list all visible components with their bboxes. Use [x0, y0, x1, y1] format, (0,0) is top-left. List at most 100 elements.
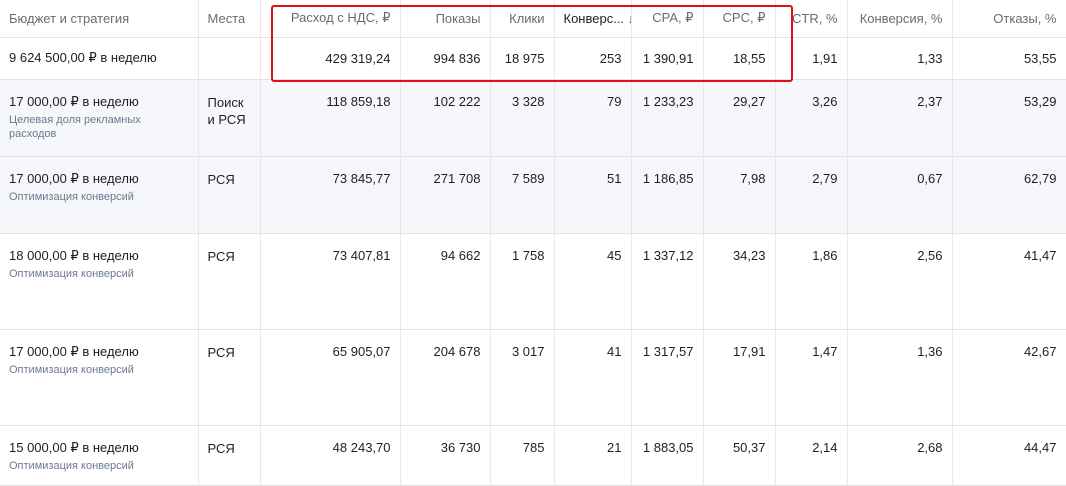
cell-spend: 118 859,18: [260, 79, 401, 157]
cell-conversions: 79: [554, 79, 632, 157]
col-header-conversions[interactable]: Конверс...↓: [554, 0, 632, 38]
budget-cell: 17 000,00 ₽ в неделю Оптимизация конверси…: [0, 329, 199, 426]
budget-amount[interactable]: 15 000,00 ₽ в неделю: [9, 440, 189, 456]
cell-spend: 65 905,07: [260, 329, 401, 426]
places-cell: РСЯ: [198, 156, 261, 234]
table-row[interactable]: 17 000,00 ₽ в неделю Оптимизация конверси…: [0, 156, 1066, 234]
strategy-name: Целевая доля рекламных расходов: [9, 113, 141, 140]
cell-spend: 73 845,77: [260, 156, 401, 234]
budget-amount[interactable]: 17 000,00 ₽ в неделю: [9, 94, 189, 110]
cell-impressions: 102 222: [400, 79, 491, 157]
cell-ctr: 2,79: [775, 156, 848, 234]
total-bounce: 53,55: [952, 37, 1066, 80]
strategy-name: Оптимизация конверсий: [9, 190, 134, 203]
places-value: Поиск и РСЯ: [207, 94, 246, 127]
cell-conv-rate: 2,56: [847, 233, 953, 330]
total-ctr: 1,91: [775, 37, 848, 80]
cell-spend: 48 243,70: [260, 425, 401, 486]
cell-clicks: 3 328: [490, 79, 555, 157]
total-spend: 429 319,24: [260, 37, 401, 80]
cell-bounce: 62,79: [952, 156, 1066, 234]
places-value: РСЯ: [207, 171, 235, 187]
table-row[interactable]: 15 000,00 ₽ в неделю Оптимизация конверси…: [0, 425, 1066, 486]
cell-conversions: 51: [554, 156, 632, 234]
cell-cpa: 1 317,57: [631, 329, 704, 426]
cell-bounce: 42,67: [952, 329, 1066, 426]
cell-conv-rate: 1,36: [847, 329, 953, 426]
col-header-spend[interactable]: Расход с НДС, ₽: [260, 0, 401, 38]
budget-cell: 17 000,00 ₽ в неделю Целевая доля рекламн…: [0, 79, 199, 157]
cell-cpc: 34,23: [703, 233, 776, 330]
cell-bounce: 53,29: [952, 79, 1066, 157]
cell-impressions: 271 708: [400, 156, 491, 234]
cell-conversions: 41: [554, 329, 632, 426]
total-cpa: 1 390,91: [631, 37, 704, 80]
cell-clicks: 3 017: [490, 329, 555, 426]
cell-impressions: 204 678: [400, 329, 491, 426]
cell-spend: 73 407,81: [260, 233, 401, 330]
total-conv-rate: 1,33: [847, 37, 953, 80]
col-header-conversions-label: Конверс...: [563, 10, 625, 26]
budget-amount[interactable]: 17 000,00 ₽ в неделю: [9, 171, 189, 187]
total-row: 9 624 500,00 ₽ в неделю 429 319,24 994 8…: [0, 37, 1066, 80]
table-row[interactable]: 18 000,00 ₽ в неделю Оптимизация конверси…: [0, 233, 1066, 330]
places-cell: РСЯ: [198, 329, 261, 426]
total-places: [198, 37, 261, 80]
col-header-places[interactable]: Места: [198, 0, 261, 38]
col-header-ctr[interactable]: CTR, %: [775, 0, 848, 38]
budget-amount[interactable]: 18 000,00 ₽ в неделю: [9, 248, 189, 264]
col-header-clicks[interactable]: Клики: [490, 0, 555, 38]
places-cell: Поиск и РСЯ: [198, 79, 261, 157]
cell-cpc: 17,91: [703, 329, 776, 426]
total-conversions: 253: [554, 37, 632, 80]
strategy-name: Оптимизация конверсий: [9, 267, 134, 280]
budget-amount[interactable]: 17 000,00 ₽ в неделю: [9, 344, 189, 360]
cell-clicks: 1 758: [490, 233, 555, 330]
col-header-conv-rate[interactable]: Конверсия, %: [847, 0, 953, 38]
cell-cpa: 1 337,12: [631, 233, 704, 330]
cell-impressions: 94 662: [400, 233, 491, 330]
places-cell: РСЯ: [198, 233, 261, 330]
cell-conv-rate: 2,37: [847, 79, 953, 157]
table-row[interactable]: 17 000,00 ₽ в неделю Целевая доля рекламн…: [0, 79, 1066, 157]
col-header-budget[interactable]: Бюджет и стратегия: [0, 0, 199, 38]
header-row: Бюджет и стратегия Места Расход с НДС, ₽…: [0, 0, 1066, 38]
strategy-name: Оптимизация конверсий: [9, 363, 134, 376]
budget-cell: 15 000,00 ₽ в неделю Оптимизация конверси…: [0, 425, 199, 486]
col-header-bounce[interactable]: Отказы, %: [952, 0, 1066, 38]
budget-cell: 18 000,00 ₽ в неделю Оптимизация конверси…: [0, 233, 199, 330]
cell-cpc: 29,27: [703, 79, 776, 157]
total-clicks: 18 975: [490, 37, 555, 80]
places-value: РСЯ: [207, 248, 235, 264]
budget-cell: 17 000,00 ₽ в неделю Оптимизация конверси…: [0, 156, 199, 234]
places-value: РСЯ: [207, 344, 235, 360]
cell-conv-rate: 0,67: [847, 156, 953, 234]
total-impressions: 994 836: [400, 37, 491, 80]
cell-cpa: 1 233,23: [631, 79, 704, 157]
cell-ctr: 3,26: [775, 79, 848, 157]
cell-impressions: 36 730: [400, 425, 491, 486]
cell-clicks: 7 589: [490, 156, 555, 234]
cell-conversions: 21: [554, 425, 632, 486]
places-value: РСЯ: [207, 440, 235, 456]
cell-bounce: 44,47: [952, 425, 1066, 486]
cell-conversions: 45: [554, 233, 632, 330]
total-cpc: 18,55: [703, 37, 776, 80]
places-cell: РСЯ: [198, 425, 261, 486]
cell-bounce: 41,47: [952, 233, 1066, 330]
col-header-cpa[interactable]: CPA, ₽: [631, 0, 704, 38]
col-header-impressions[interactable]: Показы: [400, 0, 491, 38]
cell-cpa: 1 883,05: [631, 425, 704, 486]
cell-conv-rate: 2,68: [847, 425, 953, 486]
cell-ctr: 1,86: [775, 233, 848, 330]
cell-cpc: 7,98: [703, 156, 776, 234]
total-budget: 9 624 500,00 ₽ в неделю: [0, 37, 199, 80]
cell-cpa: 1 186,85: [631, 156, 704, 234]
campaign-stats-table: Бюджет и стратегия Места Расход с НДС, ₽…: [0, 0, 1066, 486]
cell-cpc: 50,37: [703, 425, 776, 486]
strategy-name: Оптимизация конверсий: [9, 459, 134, 472]
cell-ctr: 2,14: [775, 425, 848, 486]
table-row[interactable]: 17 000,00 ₽ в неделю Оптимизация конверси…: [0, 329, 1066, 426]
col-header-cpc[interactable]: CPC, ₽: [703, 0, 776, 38]
cell-clicks: 785: [490, 425, 555, 486]
